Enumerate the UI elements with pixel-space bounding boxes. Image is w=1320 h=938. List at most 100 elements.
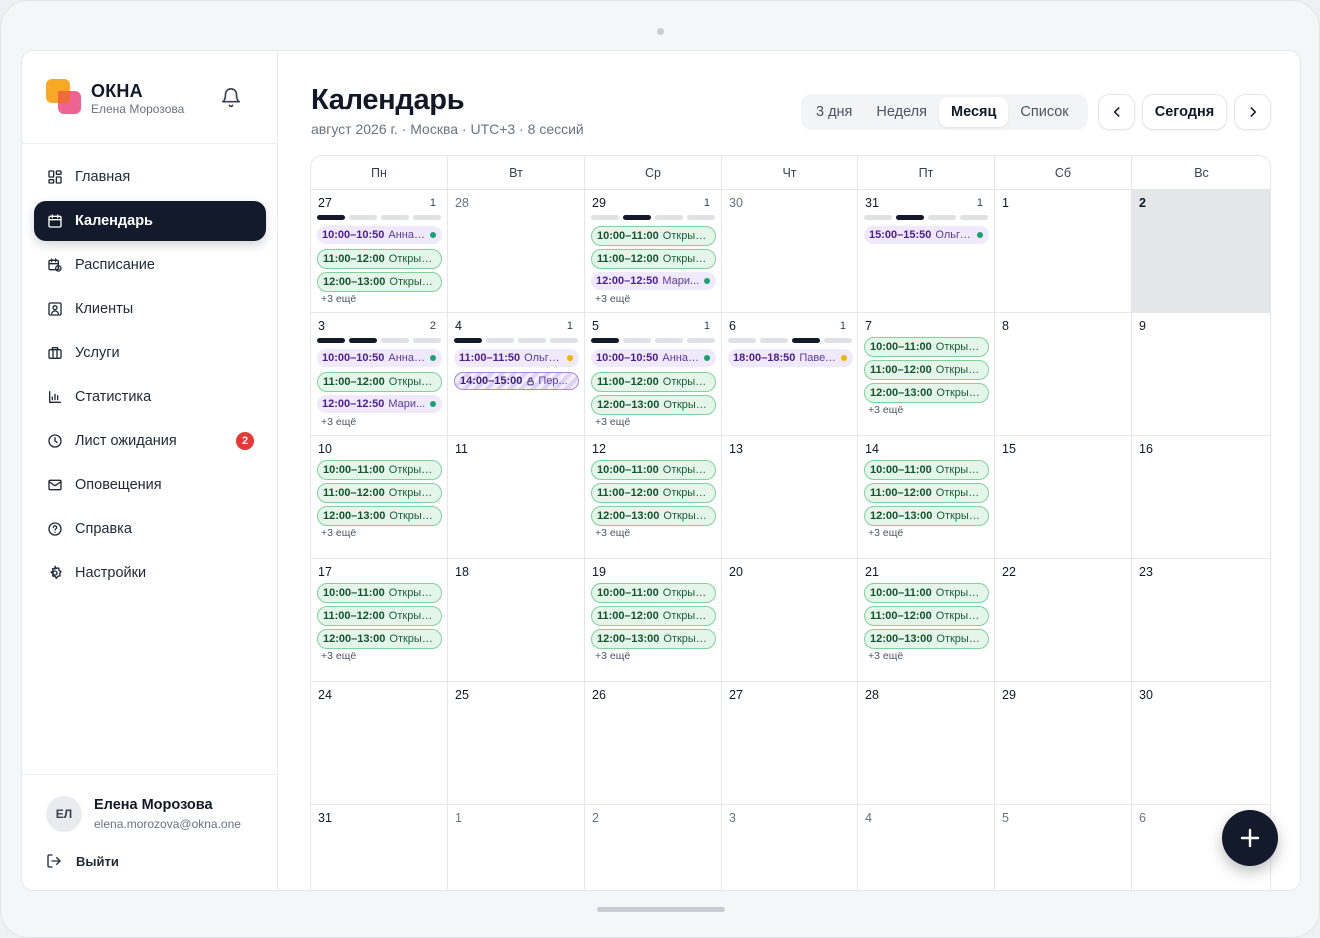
event-chip[interactable]: 11:00–12:00 Открыт ... [317, 606, 442, 626]
event-chip[interactable]: 12:00–13:00 Открыт ... [864, 383, 989, 403]
day-cell[interactable]: 31 1 15:00–15:50 Ольга... [858, 190, 995, 313]
sidebar-item-waitlist[interactable]: Лист ожидания 2 [34, 421, 266, 461]
day-cell[interactable]: 17 10:00–11:00 Открыт ... 11:00–12:00 Открыт… [311, 559, 448, 682]
event-chip[interactable]: 12:00–12:50 Мари... [317, 395, 442, 413]
event-chip[interactable]: 10:00–11:00 Открыт ... [591, 226, 716, 246]
view-tab-0[interactable]: 3 дня [804, 97, 864, 127]
event-chip[interactable]: 18:00–18:50 Павел... [728, 349, 853, 367]
more-events-link[interactable]: +3 ещё [321, 650, 356, 662]
event-chip[interactable]: 11:00–12:00 Открыт ... [864, 360, 989, 380]
event-chip[interactable]: 11:00–12:00 Открыт ... [317, 483, 442, 503]
day-cell[interactable]: 1 [995, 190, 1132, 313]
more-events-link[interactable]: +3 ещё [595, 293, 630, 305]
next-month-button[interactable] [1234, 94, 1271, 130]
day-cell[interactable]: 12 10:00–11:00 Открыт ... 11:00–12:00 Открыт… [585, 436, 722, 559]
day-cell[interactable]: 16 [1132, 436, 1270, 559]
day-cell[interactable]: 5 [995, 805, 1132, 890]
day-cell[interactable]: 8 [995, 313, 1132, 436]
sidebar-item-clients[interactable]: Клиенты [34, 289, 266, 329]
today-button[interactable]: Сегодня [1142, 94, 1227, 130]
day-cell[interactable]: 13 [722, 436, 858, 559]
day-cell[interactable]: 26 [585, 682, 722, 805]
event-chip[interactable]: 11:00–12:00 Открыт ... [591, 606, 716, 626]
day-cell[interactable]: 14 10:00–11:00 Открыт ... 11:00–12:00 Открыт… [858, 436, 995, 559]
view-tab-1[interactable]: Неделя [864, 97, 939, 127]
day-cell[interactable]: 18 [448, 559, 585, 682]
sidebar-item-help[interactable]: Справка [34, 509, 266, 549]
day-cell[interactable]: 2 [1132, 190, 1270, 313]
event-chip[interactable]: 11:00–11:50 Ольга... [454, 349, 579, 367]
more-events-link[interactable]: +3 ещё [595, 416, 630, 428]
view-tab-3[interactable]: Список [1008, 97, 1080, 127]
event-chip[interactable]: 11:00–12:00 Открыт ... [864, 606, 989, 626]
event-chip[interactable]: 11:00–12:00 Открыт ... [591, 249, 716, 269]
event-chip[interactable]: 10:00–11:00 Открыт ... [864, 337, 989, 357]
sidebar-item-dashboard[interactable]: Главная [34, 157, 266, 197]
event-chip[interactable]: 10:00–10:50 Анна ... [317, 226, 442, 244]
day-cell[interactable]: 20 [722, 559, 858, 682]
sidebar-item-mail[interactable]: Оповещения [34, 465, 266, 505]
sidebar-item-calendar[interactable]: Календарь [34, 201, 266, 241]
day-cell[interactable]: 29 [995, 682, 1132, 805]
day-cell[interactable]: 2 [585, 805, 722, 890]
day-cell[interactable]: 21 10:00–11:00 Открыт ... 11:00–12:00 Открыт… [858, 559, 995, 682]
day-cell[interactable]: 19 10:00–11:00 Открыт ... 11:00–12:00 Открыт… [585, 559, 722, 682]
more-events-link[interactable]: +3 ещё [595, 527, 630, 539]
day-cell[interactable]: 9 [1132, 313, 1270, 436]
event-chip[interactable]: 12:00–13:00 Открыт ... [864, 629, 989, 649]
day-cell[interactable]: 5 1 10:00–10:50 Анна ... 11:00–12:00 Открыт .… [585, 313, 722, 436]
day-cell[interactable]: 23 [1132, 559, 1270, 682]
day-cell[interactable]: 7 10:00–11:00 Открыт ... 11:00–12:00 Открыт … [858, 313, 995, 436]
sidebar-item-schedule[interactable]: Расписание [34, 245, 266, 285]
event-chip[interactable]: 11:00–12:00 Открыт ... [591, 372, 716, 392]
event-chip[interactable]: 10:00–11:00 Открыт ... [317, 583, 442, 603]
day-cell[interactable]: 24 [311, 682, 448, 805]
more-events-link[interactable]: +3 ещё [868, 527, 903, 539]
event-chip[interactable]: 15:00–15:50 Ольга... [864, 226, 989, 244]
event-chip[interactable]: 10:00–11:00 Открыт ... [317, 460, 442, 480]
avatar[interactable]: ЕЛ [46, 796, 82, 832]
event-chip[interactable]: 10:00–11:00 Открыт ... [591, 460, 716, 480]
event-chip[interactable]: 12:00–13:00 Открыт ... [864, 506, 989, 526]
more-events-link[interactable]: +3 ещё [321, 416, 356, 428]
add-session-button[interactable] [1222, 810, 1278, 866]
sidebar-item-settings[interactable]: Настройки [34, 553, 266, 593]
day-cell[interactable]: 25 [448, 682, 585, 805]
event-chip[interactable]: 10:00–11:00 Открыт ... [864, 583, 989, 603]
event-chip[interactable]: 10:00–11:00 Открыт ... [864, 460, 989, 480]
bell-icon[interactable] [220, 87, 242, 109]
sidebar-item-services[interactable]: Услуги [34, 333, 266, 373]
day-cell[interactable]: 27 1 10:00–10:50 Анна ... 11:00–12:00 Открыт … [311, 190, 448, 313]
day-cell[interactable]: 3 2 10:00–10:50 Анна ... 11:00–12:00 Открыт .… [311, 313, 448, 436]
event-chip[interactable]: 10:00–10:50 Анна ... [591, 349, 716, 367]
more-events-link[interactable]: +3 ещё [321, 293, 356, 305]
day-cell[interactable]: 11 [448, 436, 585, 559]
logout-button[interactable]: Выйти [46, 853, 119, 869]
view-tab-2[interactable]: Месяц [939, 97, 1009, 127]
more-events-link[interactable]: +3 ещё [321, 527, 356, 539]
more-events-link[interactable]: +3 ещё [868, 650, 903, 662]
day-cell[interactable]: 4 1 11:00–11:50 Ольга... 14:00–15:00 Пер... [448, 313, 585, 436]
event-chip[interactable]: 10:00–10:50 Анна ... [317, 349, 442, 367]
day-cell[interactable]: 27 [722, 682, 858, 805]
day-cell[interactable]: 28 [448, 190, 585, 313]
day-cell[interactable]: 1 [448, 805, 585, 890]
day-cell[interactable]: 30 [722, 190, 858, 313]
more-events-link[interactable]: +3 ещё [868, 404, 903, 416]
day-cell[interactable]: 28 [858, 682, 995, 805]
event-chip[interactable]: 12:00–13:00 Открыт ... [317, 629, 442, 649]
event-chip[interactable]: 12:00–13:00 Открыт ... [591, 395, 716, 415]
event-chip[interactable]: 14:00–15:00 Пер... [454, 372, 579, 390]
event-chip[interactable]: 12:00–13:00 Открыт ... [317, 272, 442, 292]
event-chip[interactable]: 11:00–12:00 Открыт ... [591, 483, 716, 503]
more-events-link[interactable]: +3 ещё [595, 650, 630, 662]
event-chip[interactable]: 12:00–12:50 Мари... [591, 272, 716, 290]
day-cell[interactable]: 6 1 18:00–18:50 Павел... [722, 313, 858, 436]
event-chip[interactable]: 12:00–13:00 Открыт ... [591, 629, 716, 649]
day-cell[interactable]: 31 [311, 805, 448, 890]
event-chip[interactable]: 11:00–12:00 Открыт ... [317, 372, 442, 392]
day-cell[interactable]: 10 10:00–11:00 Открыт ... 11:00–12:00 Открыт… [311, 436, 448, 559]
day-cell[interactable]: 22 [995, 559, 1132, 682]
event-chip[interactable]: 10:00–11:00 Открыт ... [591, 583, 716, 603]
sidebar-item-statistics[interactable]: Статистика [34, 377, 266, 417]
